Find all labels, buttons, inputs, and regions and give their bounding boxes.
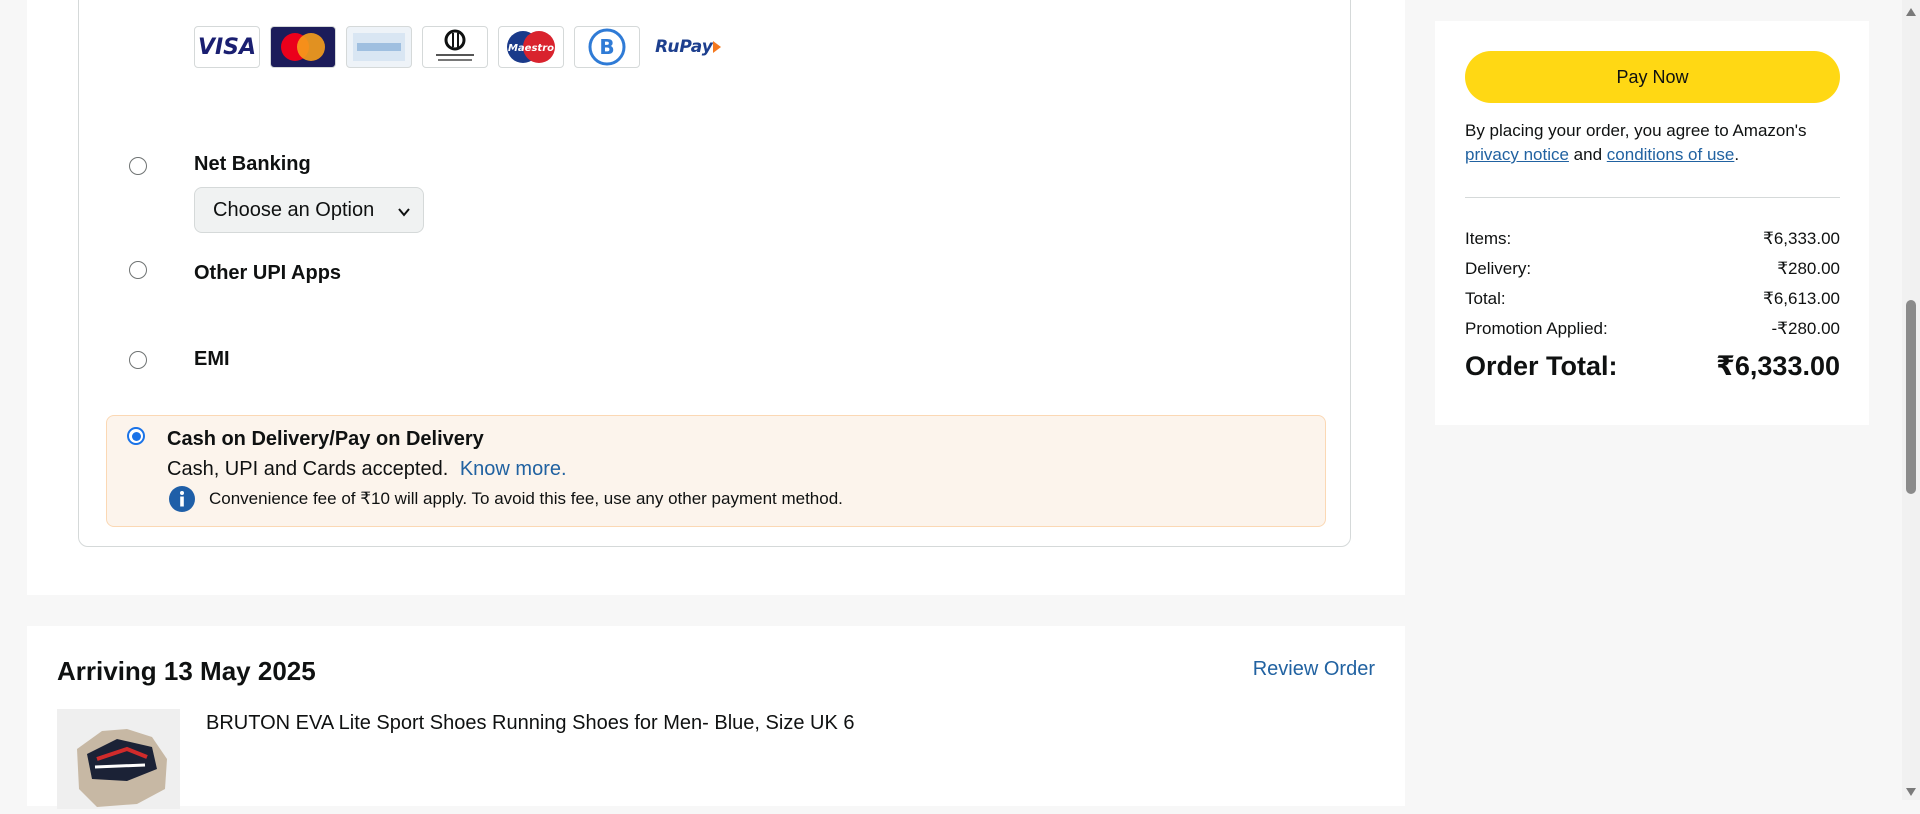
promotion-label: Promotion Applied:	[1465, 319, 1608, 338]
cod-label: Cash on Delivery/Pay on Delivery	[167, 428, 484, 450]
mastercard-logo	[270, 26, 336, 68]
radio-cod[interactable]	[127, 427, 145, 445]
promotion-value: -₹280.00	[1771, 319, 1840, 338]
radio-other-upi[interactable]	[129, 261, 147, 279]
know-more-link[interactable]: Know more.	[460, 458, 567, 480]
info-icon	[168, 485, 196, 518]
delivery-value: ₹280.00	[1777, 259, 1840, 278]
total-label: Total:	[1465, 289, 1506, 308]
items-label: Items:	[1465, 229, 1512, 248]
summary-row-items: Items: ₹6,333.00	[1465, 229, 1840, 249]
bharat-logo: B	[574, 26, 640, 68]
total-value: ₹6,613.00	[1763, 289, 1840, 308]
cod-desc: Cash, UPI and Cards accepted.	[167, 458, 449, 480]
order-summary-panel: Pay Now By placing your order, you agree…	[1435, 21, 1869, 425]
diners-logo	[422, 26, 488, 68]
cod-desc-line: Cash, UPI and Cards accepted. Know more.	[167, 458, 567, 481]
maestro-logo: Maestro	[498, 26, 564, 68]
scroll-up-arrow-icon[interactable]	[1905, 4, 1917, 22]
agreement-text-start: By placing your order, you agree to Amaz…	[1465, 121, 1807, 140]
cod-option-box[interactable]: Cash on Delivery/Pay on Delivery Cash, U…	[106, 415, 1326, 527]
amex-logo	[346, 26, 412, 68]
scrollbar-thumb[interactable]	[1906, 300, 1916, 494]
order-total-value: ₹6,333.00	[1716, 351, 1840, 381]
svg-text:Maestro: Maestro	[508, 43, 554, 54]
payment-panel: VISA Maestro B RuPay Net Banking Choose …	[27, 0, 1405, 595]
order-total-label: Order Total:	[1465, 351, 1618, 381]
summary-divider	[1465, 197, 1840, 198]
net-banking-label: Net Banking	[194, 153, 311, 175]
scroll-down-arrow-icon[interactable]	[1905, 784, 1917, 802]
card-logos: VISA Maestro B RuPay	[194, 26, 726, 68]
visa-logo: VISA	[194, 26, 260, 68]
arriving-title: Arriving 13 May 2025	[57, 656, 316, 686]
svg-text:B: B	[599, 35, 614, 59]
pay-now-button[interactable]: Pay Now	[1465, 51, 1840, 103]
chevron-down-icon	[397, 202, 411, 225]
privacy-notice-link[interactable]: privacy notice	[1465, 145, 1569, 164]
radio-emi[interactable]	[129, 351, 147, 369]
summary-row-total: Total: ₹6,613.00	[1465, 289, 1840, 309]
product-image[interactable]	[57, 709, 180, 809]
period-text: .	[1734, 145, 1740, 164]
items-value: ₹6,333.00	[1763, 229, 1840, 248]
conditions-of-use-link[interactable]: conditions of use	[1607, 145, 1735, 164]
emi-label: EMI	[194, 348, 230, 370]
summary-row-delivery: Delivery: ₹280.00	[1465, 259, 1840, 279]
other-upi-label: Other UPI Apps	[194, 262, 342, 284]
net-banking-select[interactable]: Choose an Option	[194, 187, 424, 233]
product-name[interactable]: BRUTON EVA Lite Sport Shoes Running Shoe…	[206, 712, 854, 735]
delivery-label: Delivery:	[1465, 259, 1532, 278]
page-scrollbar[interactable]	[1902, 0, 1920, 800]
summary-row-promotion: Promotion Applied: -₹280.00	[1465, 319, 1840, 339]
agreement-text: By placing your order, you agree to Amaz…	[1465, 119, 1855, 167]
radio-net-banking[interactable]	[129, 157, 147, 175]
order-total-row: Order Total: ₹6,333.00	[1465, 351, 1840, 382]
cod-fee-note: Convenience fee of ₹10 will apply. To av…	[209, 489, 843, 508]
rupay-logo: RuPay	[650, 26, 726, 68]
review-order-link[interactable]: Review Order	[1253, 658, 1375, 681]
arriving-panel: Arriving 13 May 2025 Review Order BRUTON…	[27, 626, 1405, 809]
and-text: and	[1573, 145, 1603, 164]
net-banking-select-value: Choose an Option	[213, 198, 375, 221]
